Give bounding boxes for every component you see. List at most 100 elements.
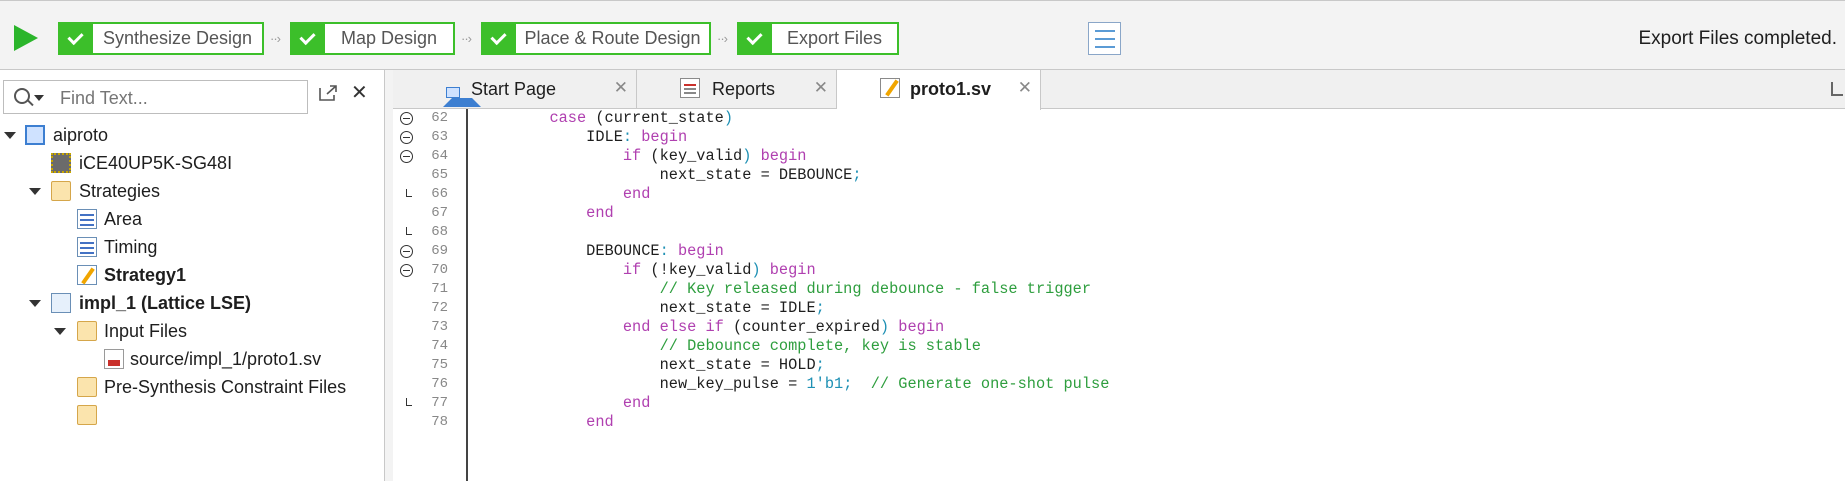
tab-label: Reports xyxy=(712,79,776,99)
collapse-toggle-icon[interactable] xyxy=(54,328,66,335)
synthesize-design-step[interactable]: Synthesize Design xyxy=(58,22,264,55)
find-text-input[interactable] xyxy=(58,85,302,111)
code-token: ) xyxy=(742,147,761,165)
tree-item-device[interactable]: iCE40UP5K-SG48I xyxy=(79,149,232,177)
code-line[interactable]: if (!key_valid) begin xyxy=(476,261,816,280)
code-line[interactable]: IDLE: begin xyxy=(476,128,687,147)
collapse-toggle-icon[interactable] xyxy=(4,132,16,139)
code-line[interactable]: next_state = HOLD; xyxy=(476,356,825,375)
tree-item-input-files[interactable]: Input Files xyxy=(104,317,187,345)
code-token: next_state = IDLE xyxy=(476,299,816,317)
run-all-icon[interactable] xyxy=(14,25,38,51)
tab-overflow-icon[interactable] xyxy=(1831,82,1843,96)
code-line[interactable]: end xyxy=(476,394,651,413)
fold-collapse-icon[interactable] xyxy=(400,150,413,163)
code-line[interactable]: case (current_state) xyxy=(476,109,733,128)
code-token: begin xyxy=(677,242,724,260)
fold-collapse-icon[interactable] xyxy=(400,112,413,125)
check-icon xyxy=(739,24,772,53)
search-icon[interactable] xyxy=(14,88,30,104)
tree-item-impl-1[interactable]: impl_1 (Lattice LSE) xyxy=(79,289,251,317)
flow-arrow-icon: ··› xyxy=(717,31,728,46)
editor-area: Start Page ✕ Reports ✕ proto1.sv ✕ 62 63 6… xyxy=(393,70,1845,481)
tab-proto1-sv[interactable]: proto1.sv ✕ xyxy=(837,70,1041,110)
code-line[interactable]: next_state = IDLE; xyxy=(476,299,825,318)
tab-label: proto1.sv xyxy=(910,79,992,99)
code-token: end else if xyxy=(622,318,724,336)
collapse-toggle-icon[interactable] xyxy=(29,300,41,307)
popout-icon[interactable] xyxy=(318,84,338,102)
code-token: begin xyxy=(760,147,807,165)
code-line[interactable]: end xyxy=(476,204,614,223)
export-files-step[interactable]: Export Files xyxy=(737,22,899,55)
tree-item-strategies[interactable]: Strategies xyxy=(79,177,160,205)
code-line[interactable]: if (key_valid) begin xyxy=(476,147,807,166)
code-token: ( xyxy=(723,318,743,336)
code-line[interactable]: end else if (counter_expired) begin xyxy=(476,318,944,337)
sv-file-icon xyxy=(104,349,124,369)
code-line[interactable]: next_state = DEBOUNCE; xyxy=(476,166,862,185)
fold-collapse-icon[interactable] xyxy=(400,131,413,144)
line-number: 63 xyxy=(431,129,448,145)
tree-item-proto1-sv[interactable]: source/impl_1/proto1.sv xyxy=(130,345,321,373)
code-line[interactable]: end xyxy=(476,413,614,432)
code-token: if xyxy=(622,147,642,165)
device-chip-icon xyxy=(51,153,71,173)
code-line[interactable]: DEBOUNCE: begin xyxy=(476,242,724,261)
report-icon xyxy=(680,78,700,98)
line-number: 68 xyxy=(431,224,448,240)
chevron-down-icon[interactable] xyxy=(34,95,44,101)
line-number: 76 xyxy=(431,376,448,392)
code-token: begin xyxy=(641,128,688,146)
folder-icon xyxy=(77,377,97,397)
step-label: Export Files xyxy=(786,28,883,48)
step-label: Map Design xyxy=(340,28,438,48)
line-number: 74 xyxy=(431,338,448,354)
close-icon[interactable]: ✕ xyxy=(1018,78,1032,98)
line-number: 66 xyxy=(431,186,448,202)
code-line[interactable]: // Key released during debounce - false … xyxy=(476,280,1091,299)
fold-end-marker xyxy=(406,189,412,197)
code-editor[interactable]: 62 63 64 65 66 67 68 69 70 71 72 73 74 75 76 77 78 case … xyxy=(393,109,1845,481)
close-icon[interactable]: ✕ xyxy=(351,80,368,105)
tree-item-timing[interactable]: Timing xyxy=(104,233,157,261)
collapse-toggle-icon[interactable] xyxy=(29,188,41,195)
tree-item-strategy1[interactable]: Strategy1 xyxy=(104,261,186,289)
flow-arrow-icon: ··› xyxy=(270,31,281,46)
code-token: ; xyxy=(815,356,825,374)
place-route-design-step[interactable]: Place & Route Design xyxy=(481,22,711,55)
fold-collapse-icon[interactable] xyxy=(400,264,413,277)
tab-reports[interactable]: Reports ✕ xyxy=(637,70,837,109)
close-icon[interactable]: ✕ xyxy=(814,78,828,98)
find-text-box[interactable] xyxy=(3,80,308,114)
code-line[interactable]: new_key_pulse = 1'b1; // Generate one-sh… xyxy=(476,375,1110,394)
tab-start-page[interactable]: Start Page ✕ xyxy=(393,70,637,109)
code-token: ; xyxy=(815,299,825,317)
code-line[interactable]: end xyxy=(476,185,651,204)
folder-icon xyxy=(77,321,97,341)
fold-end-marker xyxy=(406,398,412,406)
tree-item-aiproto[interactable]: aiproto xyxy=(53,121,108,149)
tree-item-area[interactable]: Area xyxy=(104,205,142,233)
code-token: 1'b1 xyxy=(806,375,844,393)
code-token: counter_expired xyxy=(742,318,880,336)
implementation-icon xyxy=(51,293,71,313)
fold-collapse-icon[interactable] xyxy=(400,245,413,258)
code-token: current_state xyxy=(604,109,724,127)
tree-item-pre-synthesis-constraints[interactable]: Pre-Synthesis Constraint Files xyxy=(104,373,346,401)
code-token: IDLE xyxy=(476,128,623,146)
code-line[interactable]: // Debounce complete, key is stable xyxy=(476,337,981,356)
close-icon[interactable]: ✕ xyxy=(614,78,628,98)
line-number: 78 xyxy=(431,414,448,430)
map-design-step[interactable]: Map Design xyxy=(290,22,455,55)
folder-icon xyxy=(77,405,97,425)
task-list-icon[interactable] xyxy=(1088,22,1121,55)
step-label: Synthesize Design xyxy=(102,28,253,48)
tab-strip: Start Page ✕ Reports ✕ proto1.sv ✕ xyxy=(393,70,1845,110)
line-number: 67 xyxy=(431,205,448,221)
